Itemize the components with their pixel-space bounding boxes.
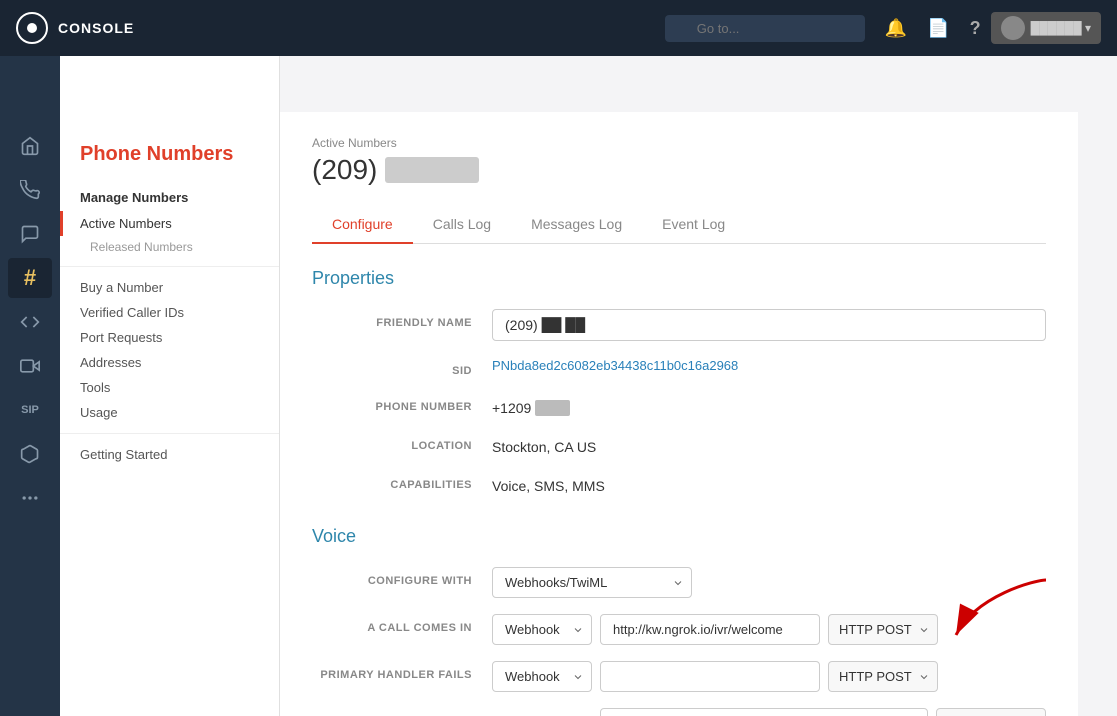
a-call-comes-in-row: A CALL COMES IN Webhook — [312, 614, 1046, 645]
webhook-dropdown-wrapper: Webhook — [492, 614, 592, 645]
user-menu[interactable]: ██████ ▾ — [991, 12, 1101, 44]
phone-number-text: (209) — [312, 154, 377, 186]
primary-handler-fails-value: Webhook HTTP POST — [492, 661, 1046, 692]
webhook-url-input[interactable] — [600, 614, 820, 645]
configure-with-value: Webhooks/TwiML — [492, 567, 1046, 598]
capabilities-row: CAPABILITIES Voice, SMS, MMS — [312, 471, 1046, 494]
topbar: CONSOLE 🔔 📄 ? ██████ ▾ — [0, 0, 1117, 56]
help-icon[interactable]: ? — [970, 18, 981, 39]
sidebar-item-tools[interactable]: Tools — [60, 375, 279, 400]
sidebar-item-verified-caller-ids[interactable]: Verified Caller IDs — [60, 300, 279, 325]
sidebar-icon-phone[interactable] — [8, 170, 52, 210]
capabilities-label: CAPABILITIES — [312, 471, 492, 491]
call-status-controls: HTTP POST — [492, 708, 1046, 716]
nav-sidebar: Phone Numbers Manage Numbers Active Numb… — [60, 56, 280, 716]
sid-row: SID PNbda8ed2c6082eb34438c11b0c16a2968 — [312, 357, 1046, 377]
sidebar-item-getting-started[interactable]: Getting Started — [60, 442, 279, 467]
notification-icon[interactable]: 🔔 — [885, 18, 907, 39]
nav-title: Phone Numbers — [80, 142, 259, 166]
sidebar-item-released-numbers[interactable]: Released Numbers — [60, 236, 279, 258]
location-value: Stockton, CA US — [492, 432, 1046, 455]
call-status-url-input[interactable] — [600, 708, 928, 716]
voice-title: Voice — [312, 526, 1046, 547]
call-status-method-select[interactable]: HTTP POST — [936, 708, 1046, 716]
properties-title: Properties — [312, 268, 1046, 289]
logo-icon — [16, 12, 48, 44]
call-status-method-wrapper: HTTP POST — [936, 708, 1046, 716]
content-inner: Active Numbers (209) Configure Calls Log… — [280, 112, 1078, 716]
friendly-name-value — [492, 309, 1046, 341]
friendly-name-label: FRIENDLY NAME — [312, 309, 492, 329]
primary-handler-fails-row: PRIMARY HANDLER FAILS Webhook — [312, 661, 1046, 692]
sidebar-item-port-requests[interactable]: Port Requests — [60, 325, 279, 350]
friendly-name-row: FRIENDLY NAME — [312, 309, 1046, 341]
tab-bar: Configure Calls Log Messages Log Event L… — [312, 206, 1046, 244]
location-label: LOCATION — [312, 432, 492, 452]
app-logo[interactable]: CONSOLE — [16, 12, 134, 44]
call-status-changes-label: CALL STATUS CHANGES — [312, 708, 492, 716]
http-method-dropdown-wrapper: HTTP POST — [828, 614, 938, 645]
search-wrapper — [665, 15, 865, 42]
main-content: Active Numbers (209) Configure Calls Log… — [280, 56, 1078, 716]
tab-event-log[interactable]: Event Log — [642, 206, 745, 244]
capabilities-value: Voice, SMS, MMS — [492, 471, 1046, 494]
search-input[interactable] — [665, 15, 865, 42]
sidebar-icon-home[interactable] — [8, 126, 52, 166]
nav-divider-1 — [60, 266, 279, 267]
tab-calls-log[interactable]: Calls Log — [413, 206, 511, 244]
primary-fails-controls: Webhook HTTP POST — [492, 661, 1046, 692]
call-comes-in-controls: Webhook HTTP POST — [492, 614, 1046, 645]
nav-divider-2 — [60, 433, 279, 434]
phone-number-row: PHONE NUMBER +1209 — [312, 393, 1046, 416]
user-label: ██████ ▾ — [1031, 21, 1091, 35]
call-status-changes-value: HTTP POST — [492, 708, 1046, 716]
sidebar-item-active-numbers[interactable]: Active Numbers — [60, 211, 279, 236]
voice-section: Voice CONFIGURE WITH Webhooks/TwiML — [312, 526, 1046, 716]
phone-number-display: +1209 — [492, 393, 1046, 416]
sid-label: SID — [312, 357, 492, 377]
sid-value: PNbda8ed2c6082eb34438c11b0c16a2968 — [492, 357, 1046, 375]
sidebar-icon-code[interactable] — [8, 302, 52, 342]
friendly-name-input[interactable] — [492, 309, 1046, 341]
configure-with-row: CONFIGURE WITH Webhooks/TwiML — [312, 567, 1046, 598]
tab-messages-log[interactable]: Messages Log — [511, 206, 642, 244]
webhook-select[interactable]: Webhook — [492, 614, 592, 645]
primary-fails-method-wrapper: HTTP POST — [828, 661, 938, 692]
primary-fails-url-input[interactable] — [600, 661, 820, 692]
phone-number-title: (209) — [312, 154, 1046, 186]
breadcrumb: Active Numbers — [312, 136, 1046, 150]
manage-numbers-heading: Manage Numbers — [60, 190, 279, 205]
topbar-icons: 🔔 📄 ? — [885, 18, 981, 39]
sid-link[interactable]: PNbda8ed2c6082eb34438c11b0c16a2968 — [492, 358, 738, 373]
sidebar-icon-video[interactable] — [8, 346, 52, 386]
primary-fails-webhook-select[interactable]: Webhook — [492, 661, 592, 692]
sidebar-item-buy-number[interactable]: Buy a Number — [60, 275, 279, 300]
a-call-comes-in-value: Webhook HTTP POST — [492, 614, 1046, 645]
primary-fails-webhook-wrapper: Webhook — [492, 661, 592, 692]
sidebar-item-addresses[interactable]: Addresses — [60, 350, 279, 375]
call-status-changes-row: CALL STATUS CHANGES HTTP POST — [312, 708, 1046, 716]
sidebar-icon-more[interactable] — [8, 478, 52, 518]
configure-with-select[interactable]: Webhooks/TwiML — [492, 567, 692, 598]
phone-number-blurred — [385, 157, 479, 183]
configure-with-label: CONFIGURE WITH — [312, 567, 492, 587]
sidebar-icon-sip[interactable]: SIP — [8, 390, 52, 430]
configure-with-dropdown-wrapper: Webhooks/TwiML — [492, 567, 692, 598]
sidebar-icon-hash[interactable]: # — [8, 258, 52, 298]
primary-handler-fails-label: PRIMARY HANDLER FAILS — [312, 661, 492, 681]
document-icon[interactable]: 📄 — [927, 18, 949, 39]
sidebar-icon-message[interactable] — [8, 214, 52, 254]
sidebar-icon-box[interactable] — [8, 434, 52, 474]
sidebar-item-usage[interactable]: Usage — [60, 400, 279, 425]
location-row: LOCATION Stockton, CA US — [312, 432, 1046, 455]
tab-configure[interactable]: Configure — [312, 206, 413, 244]
phone-number-label: PHONE NUMBER — [312, 393, 492, 413]
app-name: CONSOLE — [58, 20, 134, 36]
icon-sidebar: # SIP — [0, 56, 60, 716]
http-method-select[interactable]: HTTP POST — [828, 614, 938, 645]
a-call-comes-in-label: A CALL COMES IN — [312, 614, 492, 634]
primary-fails-method-select[interactable]: HTTP POST — [828, 661, 938, 692]
